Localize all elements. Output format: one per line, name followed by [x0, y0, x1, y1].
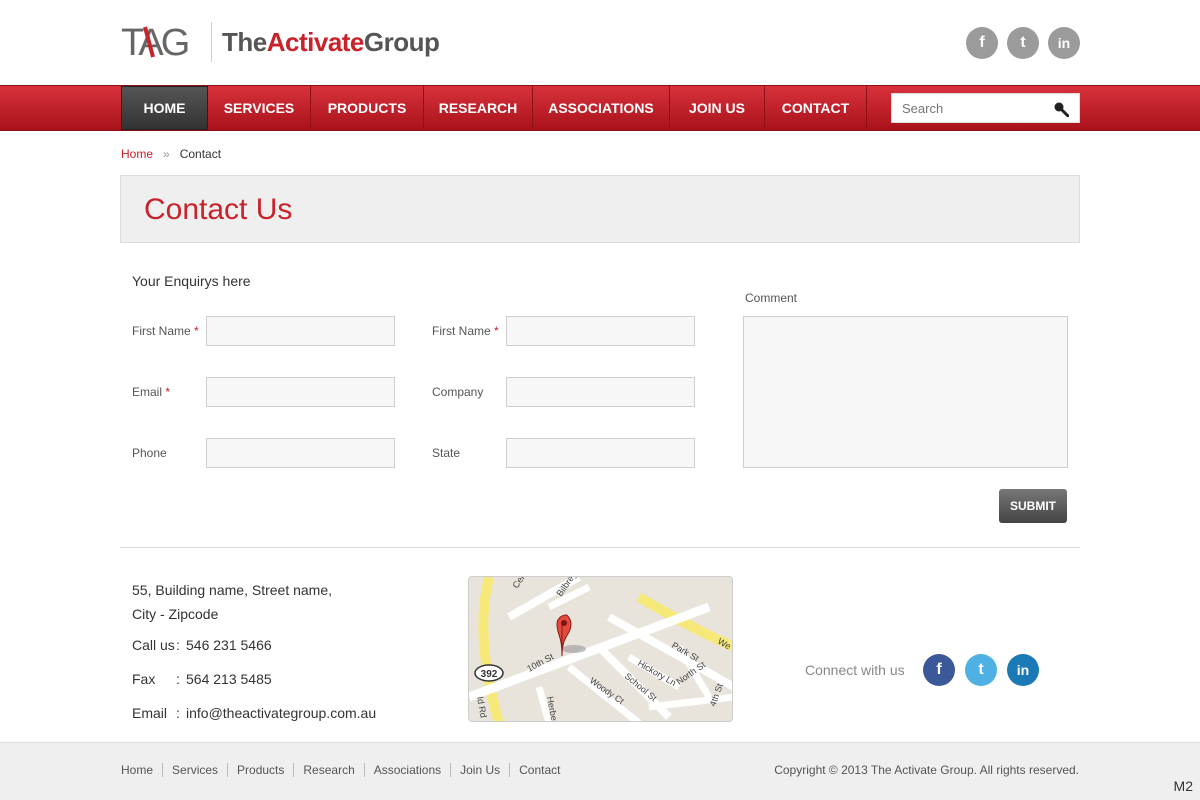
first-name-label-2: First Name *	[432, 324, 499, 338]
address-line-1: 55, Building name, Street name,	[132, 582, 333, 598]
main-navbar: HOME SERVICES PRODUCTS RESEARCH ASSOCIAT…	[0, 85, 1200, 131]
facebook-icon[interactable]: f	[923, 654, 955, 686]
nav-research[interactable]: RESEARCH	[424, 86, 533, 130]
email-info-label: Email	[132, 705, 168, 721]
footer-link-products[interactable]: Products	[227, 763, 293, 777]
form-heading: Your Enquirys here	[132, 273, 251, 289]
company-label: Company	[432, 385, 484, 399]
footer-link-associations[interactable]: Associations	[363, 763, 450, 777]
first-name-field[interactable]	[206, 316, 395, 346]
search-icon[interactable]	[1053, 101, 1069, 117]
linkedin-icon[interactable]: in	[1007, 654, 1039, 686]
first-name-field-2[interactable]	[506, 316, 695, 346]
nav-associations[interactable]: ASSOCIATIONS	[533, 86, 670, 130]
call-label: Call us	[132, 637, 175, 653]
footer-link-home[interactable]: Home	[121, 763, 162, 777]
call-value: 546 231 5466	[186, 637, 272, 653]
nav-home[interactable]: HOME	[121, 86, 208, 130]
connect-label: Connect with us	[805, 662, 905, 678]
page-title-box: Contact Us	[120, 175, 1080, 243]
header: TAG TheActivateGroup f t in	[0, 0, 1200, 85]
corner-label: M2	[1173, 778, 1193, 794]
logo-word-group: Group	[363, 26, 440, 57]
fax-value: 564 213 5485	[186, 671, 272, 687]
nav-join-us[interactable]: JOIN US	[670, 86, 765, 130]
search-input[interactable]	[892, 100, 1042, 116]
twitter-icon[interactable]: t	[1007, 27, 1039, 59]
logo-word-activate: Activate	[266, 26, 365, 57]
email-row: Email: info@theactivategroup.com.au	[132, 705, 376, 721]
email-value[interactable]: info@theactivategroup.com.au	[186, 705, 376, 721]
logo[interactable]: TAG TheActivateGroup	[121, 22, 440, 62]
breadcrumb-separator: »	[163, 147, 170, 161]
footer-link-services[interactable]: Services	[162, 763, 227, 777]
email-colon: :	[176, 705, 180, 721]
fax-colon: :	[176, 671, 180, 687]
search-box	[891, 93, 1080, 123]
comment-textarea[interactable]	[743, 316, 1068, 468]
email-field[interactable]	[206, 377, 395, 407]
state-field[interactable]	[506, 438, 695, 468]
copyright: Copyright © 2013 The Activate Group. All…	[774, 763, 1079, 777]
breadcrumb-current: Contact	[179, 147, 222, 161]
nav-contact[interactable]: CONTACT	[765, 86, 867, 130]
company-field[interactable]	[506, 377, 695, 407]
footer-links: Home Services Products Research Associat…	[121, 763, 570, 777]
first-name-label: First Name *	[132, 324, 199, 338]
social-links-bottom: f t in	[923, 654, 1039, 686]
location-map[interactable]: 392 10th St Hickory Ln School St Woody C…	[468, 576, 733, 722]
phone-field[interactable]	[206, 438, 395, 468]
page-title: Contact Us	[144, 193, 293, 226]
nav-services[interactable]: SERVICES	[208, 86, 311, 130]
address-block: 55, Building name, Street name, City - Z…	[132, 578, 332, 626]
breadcrumb-home[interactable]: Home	[121, 147, 153, 161]
address-line-2: City - Zipcode	[132, 606, 219, 622]
email-label: Email *	[132, 385, 171, 399]
phone-row: Call us:546 231 5466	[132, 637, 272, 653]
footer-link-research[interactable]: Research	[293, 763, 363, 777]
state-label: State	[432, 446, 461, 460]
main-nav: HOME SERVICES PRODUCTS RESEARCH ASSOCIAT…	[121, 86, 867, 130]
section-divider	[120, 547, 1080, 548]
submit-button[interactable]: SUBMIT	[999, 489, 1067, 523]
phone-label: Phone	[132, 446, 167, 460]
logo-separator	[211, 22, 212, 62]
footer-link-contact[interactable]: Contact	[509, 763, 569, 777]
footer-link-join-us[interactable]: Join Us	[450, 763, 509, 777]
comment-label: Comment	[745, 291, 798, 305]
footer: Home Services Products Research Associat…	[0, 742, 1200, 800]
map-route-392: 392	[481, 669, 498, 680]
twitter-icon[interactable]: t	[965, 654, 997, 686]
linkedin-icon[interactable]: in	[1048, 27, 1080, 59]
logo-word-the: The	[222, 26, 267, 57]
fax-row: Fax:564 213 5485	[132, 671, 272, 687]
logo-wordmark: TheActivateGroup	[222, 26, 440, 58]
fax-label: Fax	[132, 671, 156, 687]
facebook-icon[interactable]: f	[966, 27, 998, 59]
breadcrumb: Home » Contact	[121, 147, 221, 161]
call-colon: :	[176, 637, 180, 653]
nav-products[interactable]: PRODUCTS	[311, 86, 424, 130]
social-links-top: f t in	[966, 27, 1080, 59]
tag-logo-mark: TAG	[121, 22, 201, 62]
